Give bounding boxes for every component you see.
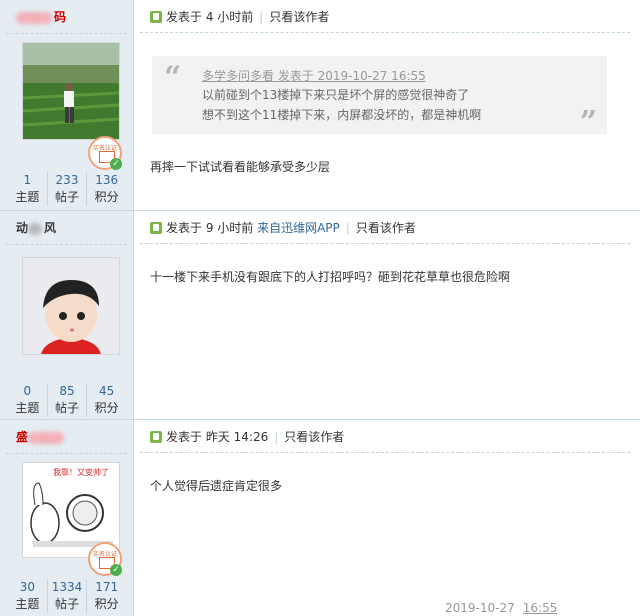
post-meta: 发表于 4 小时前 | 只看该作者 bbox=[150, 8, 329, 25]
online-status-icon bbox=[150, 222, 162, 234]
stat-points[interactable]: 136 积分 bbox=[86, 172, 126, 206]
svg-text:我靠！又变帅了: 我靠！又变帅了 bbox=[53, 467, 109, 477]
thread: 码 实名认证 ✓ 1 主题 233 帖子 136 积分 发表于 4 小时前 | … bbox=[0, 0, 640, 616]
post-content: 发表于 9 小时前 来自迅维网APP | 只看该作者 十一楼下来手机没有跟底下的人打… bbox=[134, 211, 640, 419]
divider bbox=[6, 453, 127, 454]
verified-badge: 实名认证 ✓ bbox=[88, 136, 122, 170]
avatar[interactable] bbox=[22, 42, 120, 140]
quote-line: 以前碰到个13楼掉下来只是坏个屏的感觉很神奇了 bbox=[202, 88, 470, 102]
user-stats: 1 主题 233 帖子 136 积分 bbox=[8, 172, 126, 206]
username[interactable]: 盛 bbox=[16, 428, 66, 445]
quote-block: “ 多学多问多看 发表于 2019-10-27 16:55 以前碰到个13楼掉下… bbox=[152, 56, 607, 140]
divider bbox=[140, 452, 630, 453]
author-sidebar: 动风 0 主题 85 帖子 45 积分 bbox=[0, 211, 134, 419]
stat-topics[interactable]: 30 主题 bbox=[8, 579, 47, 613]
post-time: 发表于 昨天 14:26 bbox=[166, 430, 269, 444]
post-1: 码 实名认证 ✓ 1 主题 233 帖子 136 积分 发表于 4 小时前 | … bbox=[0, 0, 640, 211]
stat-topics[interactable]: 1 主题 bbox=[8, 172, 47, 206]
quote-open-icon: “ bbox=[164, 60, 182, 95]
stat-posts[interactable]: 1334 帖子 bbox=[46, 579, 87, 613]
cropped-quote-date: 2019-10-27 16:55 bbox=[445, 601, 558, 615]
verified-badge: 实名认证 ✓ bbox=[88, 542, 122, 576]
stat-points[interactable]: 45 积分 bbox=[86, 383, 126, 417]
online-status-icon bbox=[150, 11, 162, 23]
username[interactable]: 动风 bbox=[16, 219, 56, 236]
avatar[interactable] bbox=[22, 257, 120, 355]
divider bbox=[140, 243, 630, 244]
author-sidebar: 盛 我靠！又变帅了 实名认证 ✓ 30 主题 1334 帖子 171 积分 bbox=[0, 420, 134, 616]
post-3: 盛 我靠！又变帅了 实名认证 ✓ 30 主题 1334 帖子 171 积分 发表… bbox=[0, 420, 640, 616]
post-content: 发表于 昨天 14:26 | 只看该作者 个人觉得后遗症肯定很多 bbox=[134, 420, 640, 616]
author-sidebar: 码 实名认证 ✓ 1 主题 233 帖子 136 积分 bbox=[0, 0, 134, 210]
divider bbox=[140, 32, 630, 33]
post-body: 十一楼下来手机没有跟底下的人打招呼吗？砸到花花草草也很危险啊 bbox=[150, 270, 511, 284]
stat-posts[interactable]: 233 帖子 bbox=[46, 172, 87, 206]
divider bbox=[6, 244, 127, 245]
stat-posts[interactable]: 85 帖子 bbox=[46, 383, 87, 417]
online-status-icon bbox=[150, 431, 162, 443]
quote-header[interactable]: 多学多问多看 发表于 2019-10-27 16:55 bbox=[202, 67, 426, 84]
post-body: 个人觉得后遗症肯定很多 bbox=[150, 479, 283, 493]
post-time: 发表于 4 小时前 bbox=[166, 10, 254, 24]
post-time: 发表于 9 小时前 bbox=[166, 221, 254, 235]
user-stats: 0 主题 85 帖子 45 积分 bbox=[8, 383, 126, 417]
only-author-link[interactable]: 只看该作者 bbox=[284, 430, 344, 444]
stat-points[interactable]: 171 积分 bbox=[86, 579, 126, 613]
username[interactable]: 码 bbox=[16, 8, 66, 25]
quote-close-icon: ” bbox=[579, 105, 597, 140]
user-stats: 30 主题 1334 帖子 171 积分 bbox=[8, 579, 126, 613]
post-meta: 发表于 9 小时前 来自迅维网APP | 只看该作者 bbox=[150, 219, 416, 236]
only-author-link[interactable]: 只看该作者 bbox=[356, 221, 416, 235]
quote-line: 想不到这个11楼掉下来，内屏都没坏的，都是神机啊 bbox=[202, 108, 482, 122]
only-author-link[interactable]: 只看该作者 bbox=[269, 10, 329, 24]
post-content: 发表于 4 小时前 | 只看该作者 “ 多学多问多看 发表于 2019-10-27 … bbox=[134, 0, 640, 210]
post-meta: 发表于 昨天 14:26 | 只看该作者 bbox=[150, 428, 344, 445]
source-link[interactable]: 来自迅维网APP bbox=[257, 221, 340, 235]
stat-topics[interactable]: 0 主题 bbox=[8, 383, 47, 417]
post-body: 再摔一下试试看看能够承受多少层 bbox=[150, 160, 331, 174]
check-icon: ✓ bbox=[110, 564, 122, 576]
check-icon: ✓ bbox=[110, 158, 122, 170]
divider bbox=[6, 33, 127, 34]
post-2: 动风 0 主题 85 帖子 45 积分 发表于 9 小时前 来自迅维网APP |… bbox=[0, 211, 640, 420]
